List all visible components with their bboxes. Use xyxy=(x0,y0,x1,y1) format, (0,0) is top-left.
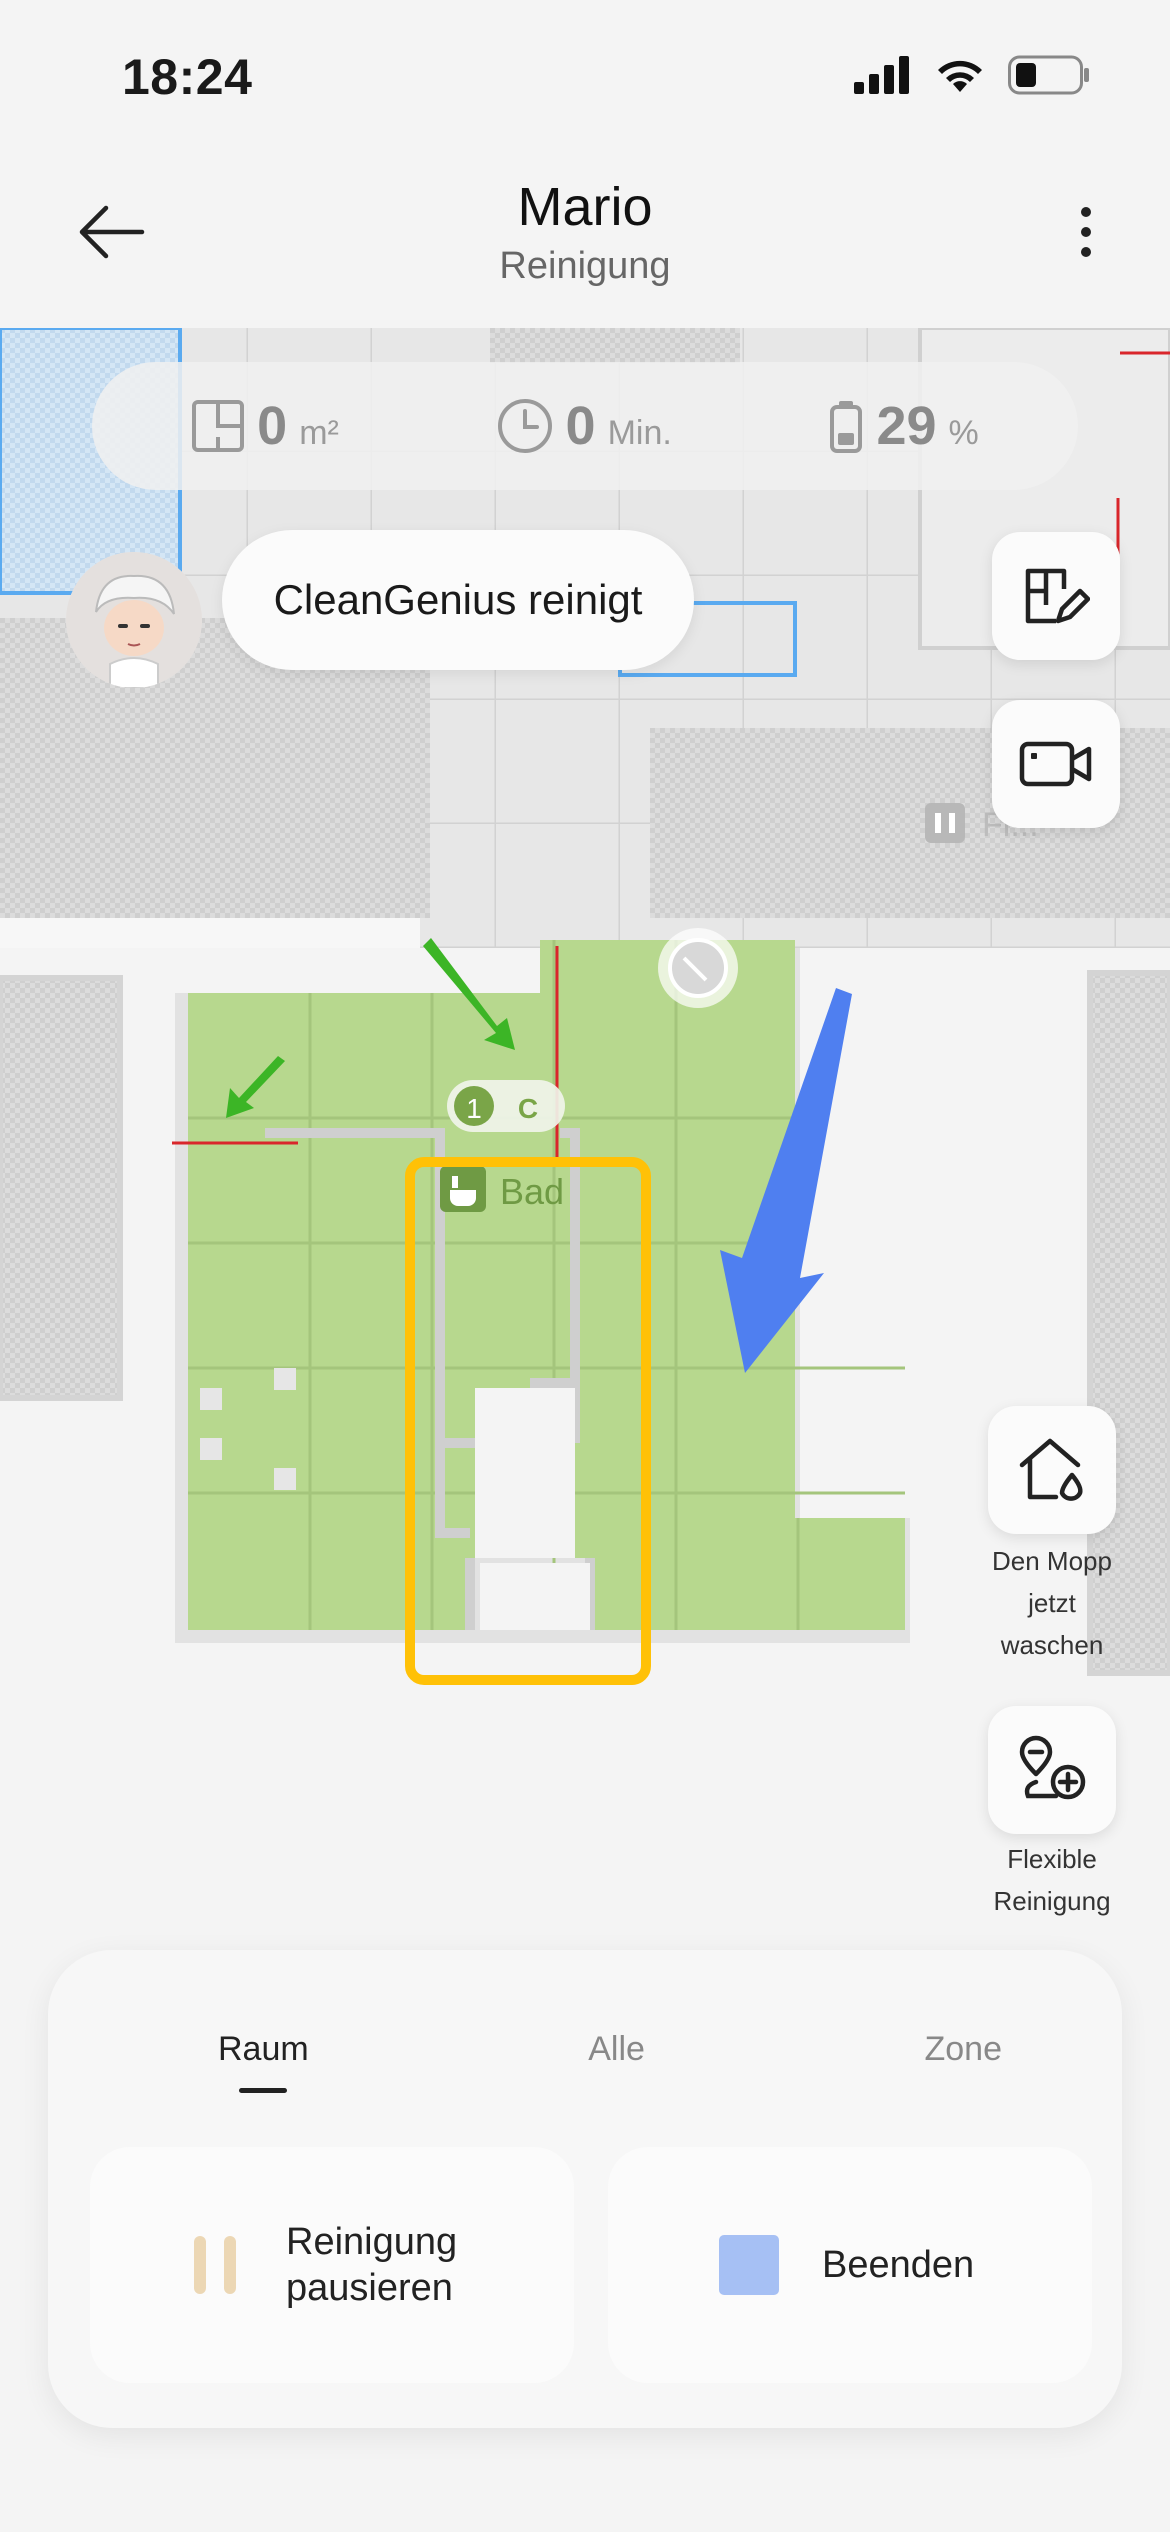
home-water-drop-icon xyxy=(1019,1438,1083,1501)
control-panel: Raum Alle Zone Reinigung pausieren Beend… xyxy=(48,1950,1122,2428)
floor-plan-icon xyxy=(192,400,245,452)
pause-label-line: pausieren xyxy=(286,2267,453,2309)
status-icons xyxy=(854,55,1090,95)
time-stat: 0 Min. xyxy=(496,395,672,457)
pause-label: Reinigung pausieren xyxy=(286,2219,457,2311)
mop-wash-label-line: waschen xyxy=(1000,1630,1104,1660)
room-mode-label: C xyxy=(518,1093,538,1124)
device-status: Reinigung xyxy=(499,245,671,287)
route-pin-add-icon xyxy=(1019,1735,1086,1800)
more-options-icon[interactable] xyxy=(1066,202,1106,262)
flexible-cleaning-label: Flexible Reinigung xyxy=(962,1838,1142,1922)
flexible-label-line: Flexible xyxy=(1007,1844,1097,1874)
battery-stat: 29 % xyxy=(828,395,979,457)
mop-wash-label-line: Den Mopp xyxy=(992,1546,1112,1576)
flexible-cleaning-button[interactable] xyxy=(988,1706,1116,1834)
pause-label-line: Reinigung xyxy=(286,2221,458,2263)
edit-map-button[interactable] xyxy=(992,532,1120,660)
area-unit: m² xyxy=(299,414,339,452)
status-bar: 18:24 xyxy=(0,0,1170,150)
room-order-badge: 1 xyxy=(466,1093,482,1124)
mode-tabs: Raum Alle Zone xyxy=(48,2030,1122,2110)
mop-wash-label-line: jetzt xyxy=(1028,1588,1076,1618)
status-time: 18:24 xyxy=(122,49,253,105)
wifi-icon xyxy=(938,60,982,92)
stop-cleaning-button[interactable]: Beenden xyxy=(608,2147,1092,2383)
time-unit: Min. xyxy=(607,414,672,452)
device-name: Mario xyxy=(517,177,653,237)
battery-unit: % xyxy=(948,414,979,452)
app-header: Mario Reinigung xyxy=(0,150,1170,328)
flexible-label-line: Reinigung xyxy=(993,1886,1111,1916)
stop-icon xyxy=(719,2235,779,2295)
pause-icon xyxy=(194,2236,236,2294)
battery-level-icon xyxy=(830,401,863,453)
cellular-signal-icon xyxy=(854,56,909,94)
mop-wash-button[interactable] xyxy=(988,1406,1116,1534)
mop-wash-label: Den Mopp jetzt waschen xyxy=(962,1540,1142,1666)
battery-value: 29 xyxy=(876,396,937,456)
robot-avatar[interactable] xyxy=(66,552,202,688)
area-value: 0 xyxy=(257,396,288,456)
video-camera-icon xyxy=(1019,741,1092,787)
tab-raum[interactable]: Raum xyxy=(218,2030,309,2110)
stop-label: Beenden xyxy=(822,2244,975,2286)
cartoon-avatar-icon xyxy=(66,552,202,688)
tab-zone[interactable]: Zone xyxy=(925,2030,1003,2110)
room-label-bad[interactable]: Bad xyxy=(500,1171,564,1212)
area-stat: 0 m² xyxy=(191,395,339,457)
map-edit-icon xyxy=(1025,568,1090,624)
camera-button[interactable] xyxy=(992,700,1120,828)
cleaning-stats-bar: 0 m² 0 Min. 29 % xyxy=(92,362,1078,490)
time-value: 0 xyxy=(565,396,596,456)
clock-icon xyxy=(497,399,552,453)
battery-icon xyxy=(1008,55,1089,95)
status-bubble: CleanGenius reinigt xyxy=(222,530,694,670)
pause-cleaning-button[interactable]: Reinigung pausieren xyxy=(90,2147,574,2383)
tab-alle[interactable]: Alle xyxy=(588,2030,645,2110)
